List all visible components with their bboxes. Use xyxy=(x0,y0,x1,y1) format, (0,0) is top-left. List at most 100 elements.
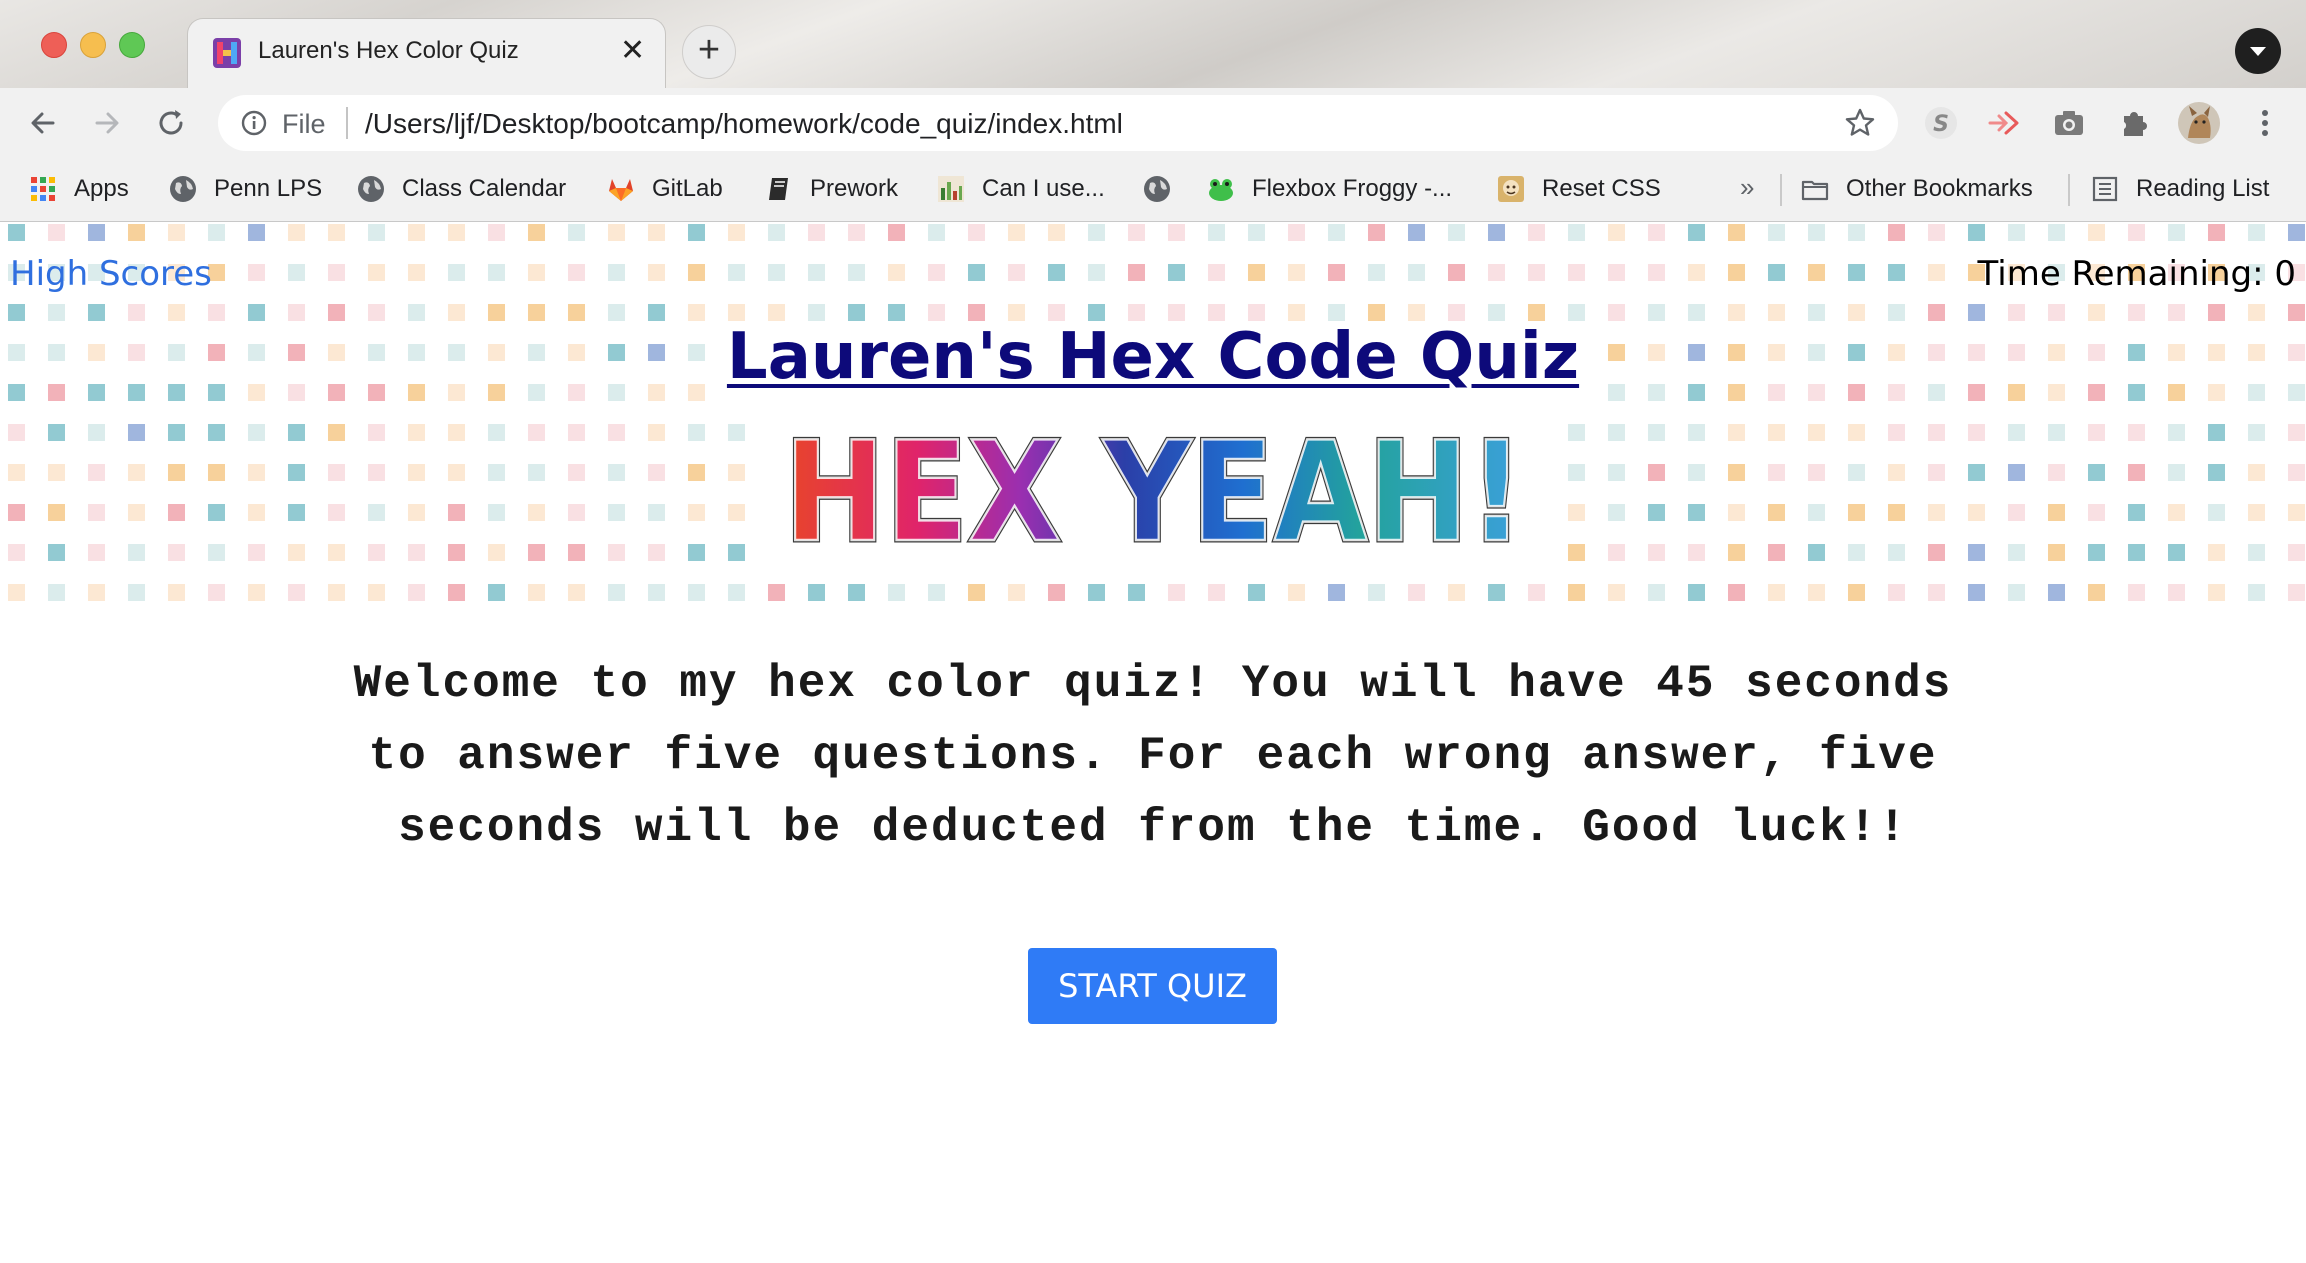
background-dot xyxy=(1608,544,1625,561)
new-tab-button[interactable]: + xyxy=(682,25,736,79)
background-dot xyxy=(1408,264,1425,281)
puzzle-extensions-icon[interactable] xyxy=(2115,104,2153,142)
bookmark-reset-css[interactable]: Reset CSS xyxy=(1496,168,1661,210)
share-arrow-extension-icon[interactable] xyxy=(1984,104,2022,142)
tab-close-icon[interactable]: ✕ xyxy=(620,35,645,67)
reload-icon[interactable] xyxy=(148,100,194,146)
globe-icon xyxy=(1144,176,1170,202)
bookmark-can-i-use[interactable]: Can I use... xyxy=(936,168,1105,210)
bookmark-prework[interactable]: Prework xyxy=(764,168,898,210)
browser-toolbar: File /Users/ljf/Desktop/bootcamp/homewor… xyxy=(0,88,2306,158)
arrow-left-icon[interactable] xyxy=(20,100,66,146)
background-dot xyxy=(368,544,385,561)
high-scores-link[interactable]: High Scores xyxy=(10,254,212,294)
background-dot xyxy=(688,264,705,281)
bookmarks-overflow-button[interactable]: » xyxy=(1740,172,1754,203)
background-dot xyxy=(88,424,105,441)
background-dot xyxy=(488,224,505,241)
bookmark-label: GitLab xyxy=(652,175,723,202)
background-dot xyxy=(2248,464,2265,481)
background-dot xyxy=(488,424,505,441)
background-dot xyxy=(1168,584,1185,601)
background-dot xyxy=(1128,584,1145,601)
background-dot xyxy=(2208,584,2225,601)
background-dot xyxy=(1608,424,1625,441)
address-bar[interactable]: File /Users/ljf/Desktop/bootcamp/homewor… xyxy=(218,95,1898,151)
camera-icon[interactable] xyxy=(2050,104,2088,142)
bookmark-gitlab[interactable]: GitLab xyxy=(606,168,723,210)
background-dot xyxy=(248,224,265,241)
background-dot xyxy=(88,584,105,601)
background-dot xyxy=(1008,304,1025,321)
background-dot xyxy=(2248,224,2265,241)
s-extension-icon[interactable]: S xyxy=(1922,104,1960,142)
background-dot xyxy=(408,424,425,441)
background-dot xyxy=(688,504,705,521)
background-dot xyxy=(1328,304,1345,321)
bookmark-apps[interactable]: Apps xyxy=(28,168,129,210)
background-dot xyxy=(568,464,585,481)
bookmark-penn-lps[interactable]: Penn LPS xyxy=(168,168,322,210)
background-dot xyxy=(2248,544,2265,561)
background-dot xyxy=(968,224,985,241)
arrow-right-icon[interactable] xyxy=(84,100,130,146)
background-dot xyxy=(128,424,145,441)
background-dot xyxy=(728,464,745,481)
background-dot xyxy=(448,224,465,241)
background-dot xyxy=(2168,424,2185,441)
background-dot xyxy=(888,264,905,281)
folder-icon xyxy=(1801,180,1829,201)
background-dot xyxy=(2248,584,2265,601)
tab-title: Lauren's Hex Color Quiz xyxy=(258,37,519,64)
kebab-menu-icon[interactable] xyxy=(2246,104,2284,142)
reading-list-button[interactable]: Reading List xyxy=(2090,168,2269,210)
background-dot xyxy=(2048,304,2065,321)
background-dot xyxy=(488,544,505,561)
tab-search-button[interactable] xyxy=(2235,28,2281,74)
bookmark-class-calendar[interactable]: Class Calendar xyxy=(356,168,566,210)
background-dot xyxy=(728,264,745,281)
background-dot xyxy=(448,544,465,561)
background-dot xyxy=(1648,544,1665,561)
window-minimize-button[interactable] xyxy=(80,32,106,58)
background-dot xyxy=(1688,304,1705,321)
background-dot xyxy=(568,224,585,241)
background-dot xyxy=(168,584,185,601)
background-dot xyxy=(1968,584,1985,601)
bookmark-label: Flexbox Froggy -... xyxy=(1252,175,1453,202)
background-dot xyxy=(408,584,425,601)
url-text[interactable]: /Users/ljf/Desktop/bootcamp/homework/cod… xyxy=(365,108,1123,140)
background-dot xyxy=(1208,224,1225,241)
background-dot xyxy=(608,224,625,241)
background-dot xyxy=(48,504,65,521)
window-maximize-button[interactable] xyxy=(119,32,145,58)
profile-avatar[interactable] xyxy=(2178,102,2220,144)
bookmark-label: Other Bookmarks xyxy=(1846,175,2033,202)
background-dot xyxy=(1688,504,1705,521)
background-dot xyxy=(648,424,665,441)
svg-text:S: S xyxy=(1933,112,1949,137)
background-dot xyxy=(8,424,25,441)
info-icon[interactable] xyxy=(240,109,268,137)
background-dot xyxy=(368,264,385,281)
bookmark-unnamed[interactable] xyxy=(1142,168,1188,210)
background-dot xyxy=(128,464,145,481)
background-dot xyxy=(1048,264,1065,281)
background-dot xyxy=(1648,224,1665,241)
browser-tab[interactable]: Lauren's Hex Color Quiz ✕ xyxy=(187,18,666,88)
star-icon[interactable] xyxy=(1844,107,1876,139)
page-title: Lauren's Hex Code Quiz xyxy=(726,320,1580,394)
background-dot xyxy=(608,464,625,481)
background-dot xyxy=(608,264,625,281)
window-close-button[interactable] xyxy=(41,32,67,58)
bookmark-other-bookmarks[interactable]: Other Bookmarks xyxy=(1800,168,2033,210)
start-quiz-button[interactable]: START QUIZ xyxy=(1028,948,1277,1024)
background-dot xyxy=(2248,304,2265,321)
background-dot xyxy=(2208,304,2225,321)
background-dot xyxy=(488,304,505,321)
background-dot xyxy=(2168,464,2185,481)
background-dot xyxy=(328,544,345,561)
logo-text-inline-stroke: HEX YEAH! xyxy=(784,418,1524,566)
bookmark-flexbox-froggy[interactable]: Flexbox Froggy -... xyxy=(1206,168,1452,210)
background-dot xyxy=(128,504,145,521)
